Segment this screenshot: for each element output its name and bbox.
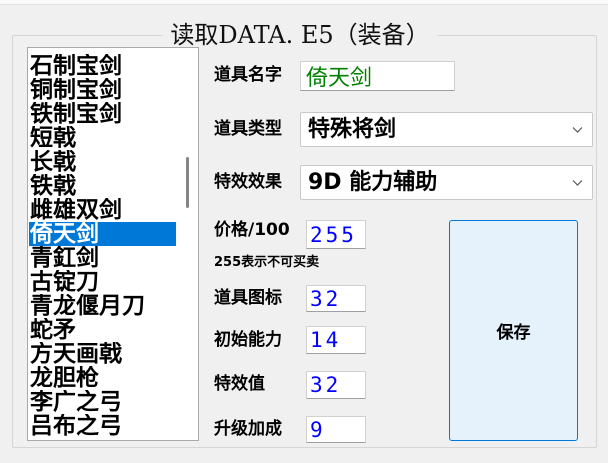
- upgrade-bonus-label: 升级加成: [214, 419, 282, 439]
- effect-amount-input[interactable]: [306, 371, 366, 399]
- save-button[interactable]: 保存: [449, 220, 578, 441]
- item-listbox[interactable]: 石制宝剑 铜制宝剑 铁制宝剑 短戟 长戟 铁戟 雌雄双剑 倚天剑 青釭剑 古锭刀…: [27, 47, 199, 441]
- window-top-edge: [0, 0, 608, 5]
- initial-ability-input[interactable]: [306, 326, 366, 354]
- effect-amount-label: 特效值: [214, 374, 265, 394]
- list-item[interactable]: 雌雄双剑: [29, 198, 176, 222]
- item-type-label: 道具类型: [214, 119, 282, 139]
- list-item[interactable]: 石制宝剑: [29, 54, 176, 78]
- scrollbar-thumb[interactable]: [186, 157, 189, 208]
- list-item[interactable]: 青龙偃月刀: [29, 294, 176, 318]
- item-type-value: 特殊将剑: [308, 117, 397, 142]
- item-icon-input[interactable]: [306, 285, 366, 312]
- list-item[interactable]: 吕布之弓: [29, 414, 176, 438]
- item-type-select[interactable]: 特殊将剑: [300, 112, 593, 147]
- list-item[interactable]: 长戟: [29, 150, 176, 174]
- price-hint: 255表示不可买卖: [214, 255, 320, 270]
- list-item[interactable]: 铁戟: [29, 174, 176, 198]
- list-item[interactable]: 青釭剑: [29, 246, 176, 270]
- price-label: 价格/100: [214, 220, 290, 240]
- upgrade-bonus-input[interactable]: [306, 416, 366, 443]
- list-item[interactable]: 铁制宝剑: [29, 102, 176, 126]
- special-effect-label: 特效效果: [214, 172, 282, 192]
- list-item[interactable]: 倚天剑: [29, 222, 176, 246]
- list-item[interactable]: 李广之弓: [29, 390, 176, 414]
- special-effect-select[interactable]: 9D 能力辅助: [300, 165, 593, 200]
- list-item[interactable]: 短戟: [29, 126, 176, 150]
- list-item[interactable]: 方天画戟: [29, 342, 176, 366]
- list-scrollbar[interactable]: [177, 48, 198, 440]
- list-item[interactable]: 古锭刀: [29, 270, 176, 294]
- item-icon-label: 道具图标: [214, 288, 282, 308]
- chevron-down-icon: [572, 180, 583, 186]
- list-item[interactable]: 蛇矛: [29, 318, 176, 342]
- list-item[interactable]: 铜制宝剑: [29, 78, 176, 102]
- groupbox-title-wrap: 读取DATA. E5（装备）: [0, 20, 600, 50]
- special-effect-value: 9D 能力辅助: [308, 170, 438, 195]
- initial-ability-label: 初始能力: [214, 330, 282, 350]
- list-items: 石制宝剑 铜制宝剑 铁制宝剑 短戟 长戟 铁戟 雌雄双剑 倚天剑 青釭剑 古锭刀…: [29, 54, 176, 438]
- price-input[interactable]: [306, 220, 366, 249]
- list-item[interactable]: 龙胆枪: [29, 366, 176, 390]
- item-name-input[interactable]: [300, 61, 455, 91]
- groupbox-title: 读取DATA. E5（装备）: [163, 20, 437, 50]
- item-name-label: 道具名字: [214, 65, 282, 85]
- chevron-down-icon: [572, 127, 583, 133]
